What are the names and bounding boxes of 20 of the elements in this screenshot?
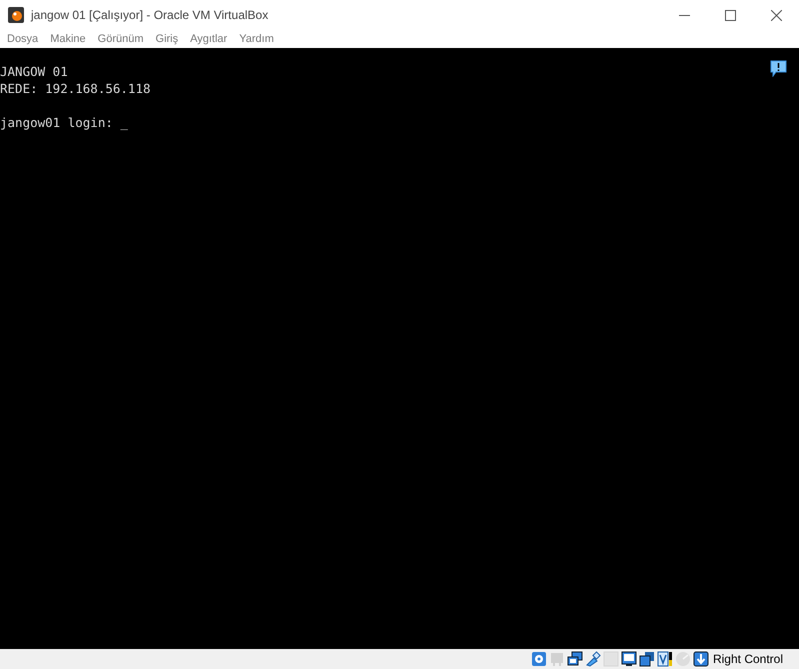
close-icon <box>770 10 782 20</box>
console-line: jangow01 login: _ <box>0 114 128 131</box>
menu-item[interactable]: Giriş <box>150 30 184 48</box>
usb-plug-icon[interactable] <box>584 651 601 667</box>
monitors-icon[interactable] <box>566 651 583 667</box>
windows-icon[interactable] <box>638 651 655 667</box>
menu-item[interactable]: Dosya <box>1 30 44 48</box>
notification-icon[interactable] <box>770 60 787 77</box>
menu-item[interactable]: Yardım <box>233 30 280 48</box>
menu-item[interactable]: Makine <box>44 30 92 48</box>
console-line: REDE: 192.168.56.118 <box>0 80 151 97</box>
maximize-icon <box>724 10 736 20</box>
video-capture-icon[interactable] <box>656 651 673 667</box>
display-icon[interactable] <box>620 651 637 667</box>
host-key-label: Right Control <box>712 651 783 668</box>
menu-item[interactable]: Görünüm <box>92 30 150 48</box>
window-title: jangow 01 [Çalışıyor] - Oracle VM VirtualBox <box>31 7 268 24</box>
console-line: JANGOW 01 <box>0 63 68 80</box>
menu-item[interactable]: Aygıtlar <box>184 30 234 48</box>
app-icon <box>8 7 24 23</box>
